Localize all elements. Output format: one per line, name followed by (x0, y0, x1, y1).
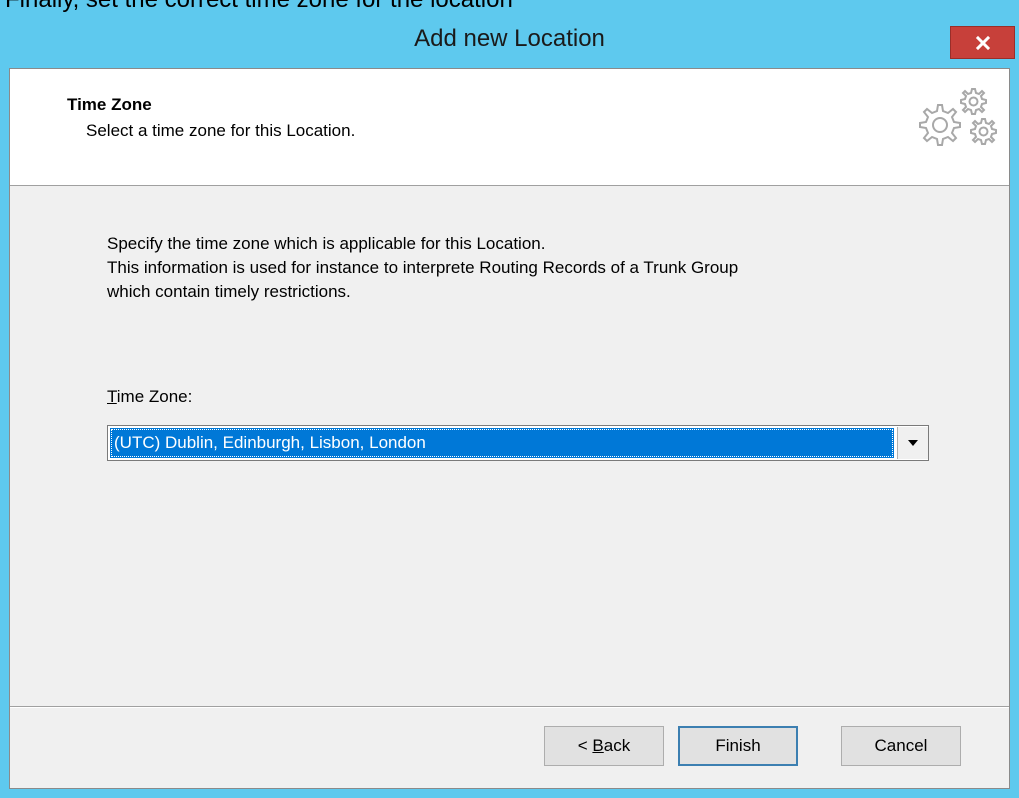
close-button[interactable] (950, 26, 1015, 59)
dialog-client: Time Zone Select a time zone for this Lo… (9, 68, 1010, 789)
footer-separator (10, 706, 1009, 708)
cancel-button[interactable]: Cancel (841, 726, 961, 766)
back-button[interactable]: < Back (544, 726, 664, 766)
description-line: This information is used for instance to… (107, 258, 739, 277)
description: Specify the time zone which is applicabl… (107, 232, 967, 304)
time-zone-select[interactable]: (UTC) Dublin, Edinburgh, Lisbon, London (107, 425, 929, 461)
wizard-header: Time Zone Select a time zone for this Lo… (10, 69, 1009, 186)
time-zone-selected-value[interactable]: (UTC) Dublin, Edinburgh, Lisbon, London (110, 428, 894, 458)
time-zone-label: Time Zone: (107, 387, 192, 407)
window-title: Add new Location (414, 25, 605, 52)
finish-button[interactable]: Finish (678, 726, 798, 766)
time-zone-label-accel: T (107, 387, 117, 406)
close-icon (975, 35, 990, 50)
page-title: Time Zone (67, 95, 152, 114)
chevron-down-icon (908, 440, 918, 446)
time-zone-label-text: ime Zone: (116, 387, 193, 406)
back-button-prefix: < (577, 736, 593, 755)
description-line: which contain timely restrictions. (107, 282, 351, 301)
page-caption: Finally, set the correct time zone for t… (5, 0, 513, 14)
page-subtitle: Select a time zone for this Location. (86, 121, 356, 140)
dropdown-button[interactable] (897, 427, 928, 459)
gears-icon (919, 88, 997, 146)
back-button-text: ack (603, 736, 631, 755)
back-button-accel: B (592, 736, 604, 755)
description-line: Specify the time zone which is applicabl… (107, 234, 546, 253)
dialog-window: Finally, set the correct time zone for t… (0, 0, 1019, 798)
title-bar[interactable]: Add new Location (0, 13, 1019, 68)
